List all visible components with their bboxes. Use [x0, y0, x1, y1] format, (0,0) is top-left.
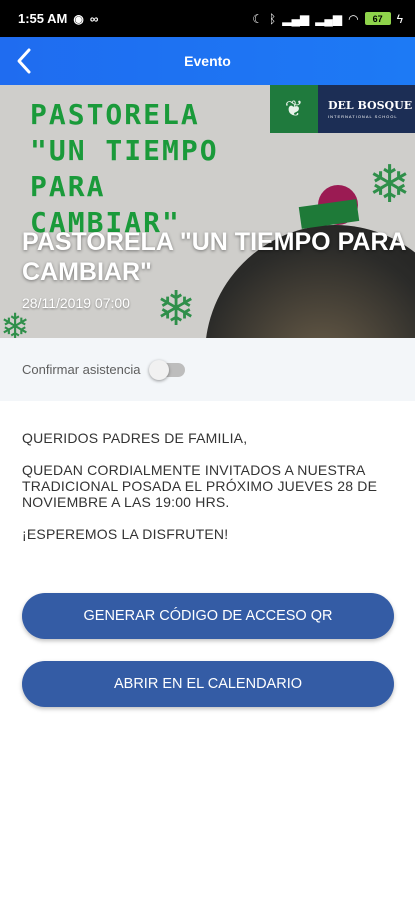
message-paragraph: QUEDAN CORDIALMENTE INVITADOS A NUESTRA …	[22, 462, 378, 510]
notification-icon: ◉	[73, 11, 84, 26]
back-button[interactable]	[8, 45, 40, 77]
bottom-area	[0, 855, 415, 900]
event-title: PASTORELA "UN TIEMPO PARA CAMBIAR"	[22, 228, 406, 286]
logo-subtitle: INTERNATIONAL SCHOOL	[328, 114, 398, 119]
toggle-knob	[148, 359, 169, 380]
confirm-attendance-toggle[interactable]	[148, 359, 185, 380]
page-title: Evento	[184, 53, 231, 69]
charging-icon: ϟ	[396, 11, 403, 26]
event-banner: PASTORELA "UN TIEMPO PARA CAMBIAR" ❦ DEL…	[0, 85, 415, 338]
clock: 1:55 AM	[18, 11, 68, 26]
message-paragraph: QUERIDOS PADRES DE FAMILIA,	[22, 430, 248, 446]
signal-2-icon: ▂▄▆	[315, 11, 343, 26]
wifi-icon: ◠	[348, 11, 359, 26]
school-logo: ❦ DEL BOSQUE INTERNATIONAL SCHOOL	[270, 85, 415, 133]
confirm-attendance-label: Confirmar asistencia	[22, 362, 141, 377]
logo-wordmark: DEL BOSQUE INTERNATIONAL SCHOOL	[318, 85, 415, 133]
battery-icon: 67	[364, 12, 391, 25]
snowflake-icon: ❄	[368, 155, 412, 215]
poster-title: PASTORELA "UN TIEMPO PARA CAMBIAR"	[30, 97, 250, 241]
snowflake-icon: ❄	[0, 307, 31, 338]
ornament-cap-image	[298, 199, 360, 229]
status-bar: 1:55 AM ◉ ∞ ☾ ᛒ ▂▄▆ ▂▄▆ ◠ 67 ϟ	[0, 0, 415, 37]
poster-line: "UN TIEMPO	[30, 134, 219, 167]
status-left: 1:55 AM ◉ ∞	[18, 11, 98, 26]
app-notification-icon: ∞	[89, 11, 99, 26]
event-date: 28/11/2019 07:00	[22, 295, 130, 311]
crest-icon: ❦	[270, 85, 318, 133]
moon-icon: ☾	[252, 11, 264, 26]
bluetooth-icon: ᛒ	[269, 11, 277, 26]
poster-line: PARA	[30, 170, 106, 203]
signal-icon: ▂▄▆	[282, 11, 310, 26]
status-right: ☾ ᛒ ▂▄▆ ▂▄▆ ◠ 67 ϟ	[252, 12, 403, 26]
open-calendar-button[interactable]: ABRIR EN EL CALENDARIO	[22, 661, 394, 707]
message-paragraph: ¡ESPEREMOS LA DISFRUTEN!	[22, 526, 229, 542]
logo-brand: DEL BOSQUE	[328, 99, 413, 112]
generate-qr-button[interactable]: GENERAR CÓDIGO DE ACCESO QR	[22, 593, 394, 639]
poster-line: PASTORELA	[30, 98, 200, 131]
app-bar: Evento	[0, 37, 415, 85]
event-message: QUERIDOS PADRES DE FAMILIA, QUEDAN CORDI…	[22, 430, 402, 558]
snowflake-icon: ❄	[156, 281, 197, 337]
confirm-attendance-row: Confirmar asistencia	[0, 338, 415, 401]
chevron-left-icon	[17, 48, 31, 74]
